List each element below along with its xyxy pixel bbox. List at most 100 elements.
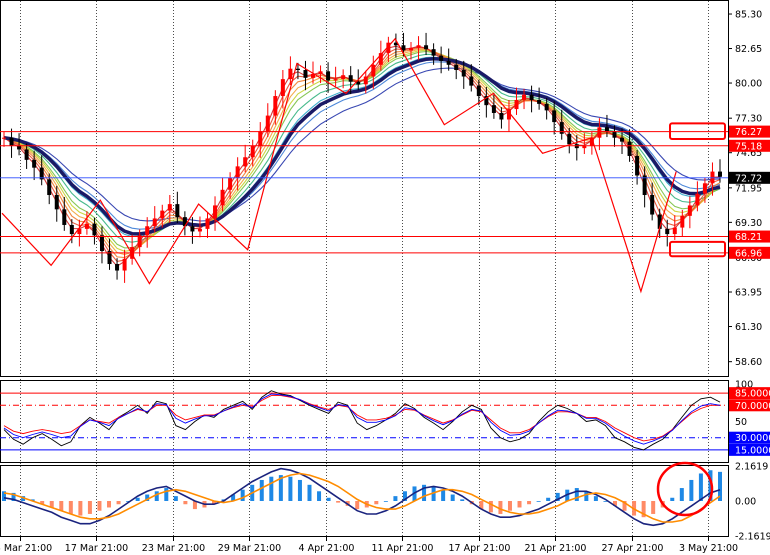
macd-histogram-bar	[336, 501, 341, 503]
macd-histogram-bar	[78, 501, 83, 516]
macd-histogram-bar	[374, 501, 379, 505]
candle-body	[567, 133, 572, 145]
macd-histogram-bar	[670, 497, 675, 501]
candle-body	[265, 115, 270, 132]
candle-body	[687, 205, 692, 216]
macd-histogram-bar	[307, 484, 312, 501]
chart-canvas[interactable]: 85.3082.6580.0077.3074.6571.9569.3066.60…	[0, 0, 770, 555]
candle-body	[115, 264, 120, 271]
candle-body	[514, 99, 519, 110]
y-tick-label: 63.95	[735, 288, 762, 299]
candle-body	[318, 71, 323, 74]
candle-body	[529, 94, 534, 100]
macd-histogram-bar	[326, 497, 331, 501]
candle-body	[54, 195, 59, 210]
candle-body	[408, 47, 413, 51]
candle-body	[627, 141, 632, 156]
candle-body	[695, 193, 700, 206]
candle-body	[62, 209, 67, 225]
candle-body	[32, 159, 37, 168]
candle-body	[650, 195, 655, 215]
candle-body	[258, 131, 263, 146]
candle-body	[431, 49, 436, 56]
candle-body	[295, 68, 300, 71]
candle-body	[702, 183, 707, 194]
candle-body	[47, 179, 52, 196]
macd-histogram-bar	[87, 501, 92, 514]
x-tick-label: 3 May 21:00	[679, 543, 738, 554]
candle-body	[424, 45, 429, 50]
macd-histogram-bar	[135, 497, 140, 501]
candle-body	[718, 171, 722, 177]
candle-body	[620, 137, 625, 142]
y-tick-label: 69.30	[735, 218, 762, 229]
x-tick-label: 23 Mar 21:00	[142, 543, 205, 554]
candle-body	[522, 94, 527, 100]
osc-y-tick-label: 50	[735, 417, 747, 428]
candle-body	[205, 218, 210, 229]
macd-histogram-bar	[441, 489, 446, 501]
candle-body	[439, 55, 444, 61]
candle-body	[250, 145, 255, 158]
candle-body	[371, 64, 376, 77]
candle-body	[99, 235, 104, 251]
macd-histogram-bar	[507, 501, 512, 511]
candle-body	[416, 45, 421, 48]
osc-level-label: 70.0000	[735, 401, 770, 412]
candle-body	[137, 235, 142, 248]
level-price-label: 68.21	[735, 232, 762, 243]
candle-body	[469, 76, 474, 86]
macd-histogram-bar	[173, 496, 178, 501]
candle-body	[92, 223, 97, 236]
osc-level-label: 85.0000	[735, 389, 770, 400]
candle-body	[461, 70, 466, 77]
y-tick-label: 80.00	[735, 79, 762, 90]
macd-y-tick-label: 0.00	[735, 497, 756, 508]
candle-body	[446, 60, 451, 65]
y-tick-label: 61.30	[735, 322, 762, 333]
macd-y-tick-label: 2.1619	[735, 462, 768, 473]
macd-histogram-bar	[450, 494, 455, 501]
osc-level-label: 30.0000	[735, 433, 770, 444]
candle-body	[665, 228, 670, 235]
x-axis: 13 Mar 21:00 17 Mar 21:00 23 Mar 21:00 29 M…	[0, 536, 738, 554]
candle-body	[84, 223, 89, 229]
candle-body	[2, 137, 6, 139]
candle-body	[537, 99, 542, 104]
macd-histogram-bar	[651, 501, 656, 514]
candle-body	[552, 110, 557, 123]
x-tick-label: 17 Apr 21:00	[449, 543, 511, 554]
x-tick-label: 21 Apr 21:00	[525, 543, 587, 554]
x-tick-label: 17 Mar 21:00	[65, 543, 128, 554]
level-price-label: 76.27	[735, 127, 762, 138]
candle-body	[280, 79, 285, 97]
osc-level-label: 15.0000	[735, 445, 770, 456]
macd-histogram-bar	[164, 488, 169, 501]
candle-body	[220, 189, 225, 206]
macd-histogram-bar	[698, 473, 703, 501]
macd-histogram-bar	[154, 491, 159, 501]
x-tick-label: 13 Mar 21:00	[0, 543, 52, 554]
macd-histogram-bar	[584, 491, 589, 501]
macd-y-tick-label: -2.1619	[735, 532, 770, 543]
current-price-label: 72.72	[735, 173, 762, 184]
macd-histogram-bar	[460, 499, 465, 501]
candle-body	[476, 85, 481, 97]
candle-body	[160, 210, 165, 219]
macd-histogram-bar	[259, 479, 264, 501]
candle-body	[197, 228, 202, 232]
candle-body	[243, 157, 248, 167]
candle-body	[333, 79, 338, 81]
y-tick-label: 82.65	[735, 44, 762, 55]
candle-body	[175, 204, 180, 218]
macd-histogram-bar	[317, 491, 322, 501]
macd-histogram-bar	[517, 501, 522, 508]
macd-histogram-bar	[593, 496, 598, 501]
candle-body	[145, 226, 150, 236]
x-tick-label: 4 Apr 21:00	[299, 543, 355, 554]
x-tick-label: 27 Apr 21:00	[602, 543, 664, 554]
candle-body	[235, 166, 240, 179]
macd-histogram-bar	[546, 497, 551, 501]
macd-histogram-bar	[59, 501, 64, 511]
macd-histogram-bar	[689, 479, 694, 501]
